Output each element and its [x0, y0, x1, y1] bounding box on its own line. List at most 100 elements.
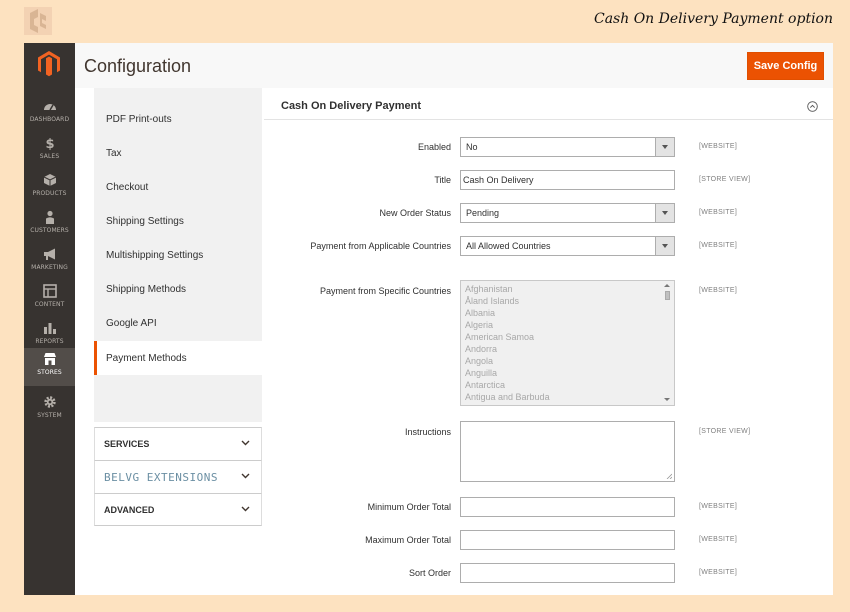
enabled-scope: [WEBSITE] — [699, 143, 738, 150]
order-status-select[interactable]: Pending — [460, 203, 675, 223]
brand-logo — [24, 7, 52, 35]
bar-chart-icon — [43, 323, 56, 334]
specific-countries-scope: [WEBSITE] — [699, 287, 738, 294]
allowed-countries-select[interactable]: All Allowed Countries — [460, 236, 675, 256]
order-status-scope: [WEBSITE] — [699, 209, 738, 216]
nav-label: DASHBOARD — [29, 116, 70, 123]
tab-shipping-settings[interactable]: Shipping Settings — [94, 204, 262, 238]
nav-label: MARKETING — [31, 264, 68, 271]
nav-products[interactable]: PRODUCTS — [24, 169, 75, 206]
allowed-countries-scope: [WEBSITE] — [699, 242, 738, 249]
chevron-down-icon — [655, 138, 674, 156]
enabled-select[interactable]: No — [460, 137, 675, 157]
min-total-scope: [WEBSITE] — [699, 503, 738, 510]
sort-order-input[interactable] — [460, 563, 675, 583]
max-total-label: Maximum Order Total — [365, 535, 451, 545]
collapse-up-icon[interactable] — [807, 101, 818, 112]
nav-label: CUSTOMERS — [30, 227, 69, 234]
tab-shipping-methods[interactable]: Shipping Methods — [94, 272, 262, 306]
country-option[interactable]: Åland Islands — [465, 296, 519, 306]
chevron-down-icon — [241, 473, 250, 479]
order-status-label: New Order Status — [379, 208, 451, 218]
specific-countries-multiselect[interactable]: Afghanistan Åland Islands Albania Algeri… — [460, 280, 675, 406]
scroll-thumb[interactable] — [665, 291, 670, 300]
country-option[interactable]: Andorra — [465, 344, 497, 354]
country-option[interactable]: Afghanistan — [465, 284, 513, 294]
tab-checkout[interactable]: Checkout — [94, 170, 262, 204]
sort-order-label: Sort Order — [408, 568, 451, 578]
instructions-scope: [STORE VIEW] — [699, 428, 751, 435]
nav-label: REPORTS — [35, 338, 64, 345]
title-input[interactable]: Cash On Delivery — [460, 170, 675, 190]
tab-tax[interactable]: Tax — [94, 136, 262, 170]
layout-icon — [42, 284, 57, 298]
nav-label: SALES — [39, 153, 60, 160]
group-belvg-extensions[interactable]: BELVG EXTENSIONS — [94, 460, 262, 493]
min-total-input[interactable] — [460, 497, 675, 517]
country-option[interactable]: Anguilla — [465, 368, 497, 378]
nav-marketing[interactable]: MARKETING — [24, 243, 75, 280]
country-option[interactable]: American Samoa — [465, 332, 534, 342]
chevron-down-icon — [655, 204, 674, 222]
scroll-up-arrow-icon[interactable] — [664, 284, 670, 287]
nav-stores[interactable]: STORES — [24, 348, 75, 386]
country-option[interactable]: Antigua and Barbuda — [465, 392, 550, 402]
allowed-countries-value: All Allowed Countries — [466, 241, 551, 251]
min-total-label: Minimum Order Total — [367, 502, 451, 512]
admin-sidebar: DASHBOARD $ SALES PRODUCTS CUSTOMERS MAR… — [24, 43, 75, 595]
tab-pdf-print-outs[interactable]: PDF Print-outs — [94, 102, 262, 136]
tab-multishipping-settings[interactable]: Multishipping Settings — [94, 238, 262, 272]
enabled-value: No — [466, 142, 478, 152]
scroll-down-arrow-icon[interactable] — [664, 398, 670, 401]
sort-order-scope: [WEBSITE] — [699, 569, 738, 576]
cube-icon — [43, 174, 56, 186]
country-option[interactable]: Antarctica — [465, 380, 505, 390]
title-scope: [STORE VIEW] — [699, 176, 751, 183]
person-icon — [45, 210, 54, 224]
admin-window: DASHBOARD $ SALES PRODUCTS CUSTOMERS MAR… — [24, 43, 833, 595]
nav-dashboard[interactable]: DASHBOARD — [24, 95, 75, 132]
title-value: Cash On Delivery — [463, 175, 534, 185]
magento-logo-icon[interactable] — [37, 51, 61, 77]
dashboard-icon — [43, 104, 56, 111]
megaphone-icon — [43, 248, 55, 260]
nav-customers[interactable]: CUSTOMERS — [24, 206, 75, 243]
banner-title: Cash On Delivery Payment option — [593, 11, 833, 27]
country-option[interactable]: Algeria — [465, 320, 493, 330]
instructions-label: Instructions — [404, 427, 451, 437]
group-services[interactable]: SERVICES — [94, 427, 262, 460]
chevron-down-icon — [241, 506, 250, 512]
country-option[interactable]: Albania — [465, 308, 495, 318]
resize-handle-icon[interactable] — [666, 473, 672, 479]
country-option[interactable]: Angola — [465, 356, 493, 366]
nav-content[interactable]: CONTENT — [24, 280, 75, 317]
multiselect-scrollbar[interactable] — [664, 282, 673, 404]
title-label: Title — [434, 175, 451, 185]
gear-icon — [43, 396, 56, 408]
save-config-button[interactable]: Save Config — [747, 52, 824, 80]
nav-system[interactable]: SYSTEM — [24, 391, 75, 428]
enabled-label: Enabled — [417, 142, 451, 152]
page-title: Configuration — [84, 56, 192, 76]
instructions-textarea[interactable] — [460, 421, 675, 482]
nav-sales[interactable]: $ SALES — [24, 132, 75, 169]
nav-label: CONTENT — [34, 301, 65, 308]
section-divider — [264, 119, 833, 120]
group-label: SERVICES — [104, 439, 150, 449]
group-advanced[interactable]: ADVANCED — [94, 493, 262, 526]
max-total-input[interactable] — [460, 530, 675, 550]
config-tabs-panel: PDF Print-outs Tax Checkout Shipping Set… — [94, 88, 262, 526]
group-label: BELVG EXTENSIONS — [104, 470, 218, 484]
allowed-countries-label: Payment from Applicable Countries — [310, 241, 451, 251]
nav-label: SYSTEM — [37, 412, 62, 419]
chevron-down-icon — [655, 237, 674, 255]
order-status-value: Pending — [466, 208, 500, 218]
max-total-scope: [WEBSITE] — [699, 536, 738, 543]
svg-text:$: $ — [45, 137, 54, 150]
tab-google-api[interactable]: Google API — [94, 306, 262, 340]
section-title[interactable]: Cash On Delivery Payment — [281, 100, 421, 112]
group-label: ADVANCED — [104, 504, 155, 515]
tab-payment-methods[interactable]: Payment Methods — [94, 341, 262, 375]
nav-label: PRODUCTS — [32, 190, 67, 197]
nav-label: STORES — [37, 369, 62, 376]
